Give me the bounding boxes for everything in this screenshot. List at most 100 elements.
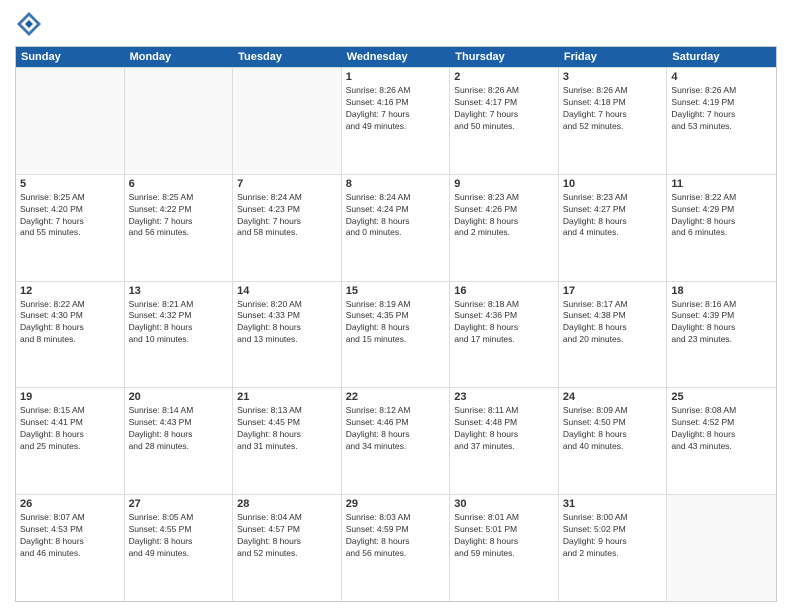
day-info: Sunrise: 8:09 AM Sunset: 4:50 PM Dayligh… bbox=[563, 405, 663, 453]
calendar-cell: 25 Sunrise: 8:08 AM Sunset: 4:52 PM Dayli… bbox=[667, 388, 776, 494]
day-info: Sunrise: 8:18 AM Sunset: 4:36 PM Dayligh… bbox=[454, 299, 554, 347]
day-info: Sunrise: 8:08 AM Sunset: 4:52 PM Dayligh… bbox=[671, 405, 772, 453]
header bbox=[15, 10, 777, 38]
calendar-cell: 31 Sunrise: 8:00 AM Sunset: 5:02 PM Dayli… bbox=[559, 495, 668, 601]
calendar-cell: 15Sunrise: 8:19 AM Sunset: 4:35 PM Dayli… bbox=[342, 282, 451, 388]
day-number: 17 bbox=[563, 285, 663, 297]
day-number: 4 bbox=[671, 71, 772, 83]
day-number: 2 bbox=[454, 71, 554, 83]
day-info: Sunrise: 8:17 AM Sunset: 4:38 PM Dayligh… bbox=[563, 299, 663, 347]
day-info: Sunrise: 8:26 AM Sunset: 4:16 PM Dayligh… bbox=[346, 85, 446, 133]
calendar-cell: 1Sunrise: 8:26 AM Sunset: 4:16 PM Daylig… bbox=[342, 68, 451, 174]
day-number: 28 bbox=[237, 498, 337, 510]
day-number: 11 bbox=[671, 178, 772, 190]
calendar-cell: 23 Sunrise: 8:11 AM Sunset: 4:48 PM Dayli… bbox=[450, 388, 559, 494]
day-number: 14 bbox=[237, 285, 337, 297]
day-number: 10 bbox=[563, 178, 663, 190]
weekday-header-tuesday: Tuesday bbox=[233, 47, 342, 67]
calendar-cell: 9 Sunrise: 8:23 AM Sunset: 4:26 PM Daylig… bbox=[450, 175, 559, 281]
day-info: Sunrise: 8:22 AM Sunset: 4:29 PM Dayligh… bbox=[671, 192, 772, 240]
calendar-row-4: 19 Sunrise: 8:15 AM Sunset: 4:41 PM Dayli… bbox=[16, 387, 776, 494]
calendar-cell: 12Sunrise: 8:22 AM Sunset: 4:30 PM Dayli… bbox=[16, 282, 125, 388]
calendar-cell: 5 Sunrise: 8:25 AM Sunset: 4:20 PM Daylig… bbox=[16, 175, 125, 281]
day-info: Sunrise: 8:23 AM Sunset: 4:26 PM Dayligh… bbox=[454, 192, 554, 240]
day-number: 26 bbox=[20, 498, 120, 510]
weekday-header-monday: Monday bbox=[125, 47, 234, 67]
day-info: Sunrise: 8:20 AM Sunset: 4:33 PM Dayligh… bbox=[237, 299, 337, 347]
day-info: Sunrise: 8:25 AM Sunset: 4:20 PM Dayligh… bbox=[20, 192, 120, 240]
calendar-row-3: 12Sunrise: 8:22 AM Sunset: 4:30 PM Dayli… bbox=[16, 281, 776, 388]
calendar-cell: 27 Sunrise: 8:05 AM Sunset: 4:55 PM Dayli… bbox=[125, 495, 234, 601]
calendar-cell bbox=[125, 68, 234, 174]
day-info: Sunrise: 8:03 AM Sunset: 4:59 PM Dayligh… bbox=[346, 512, 446, 560]
day-number: 24 bbox=[563, 391, 663, 403]
calendar-cell: 26Sunrise: 8:07 AM Sunset: 4:53 PM Dayli… bbox=[16, 495, 125, 601]
day-info: Sunrise: 8:01 AM Sunset: 5:01 PM Dayligh… bbox=[454, 512, 554, 560]
day-number: 22 bbox=[346, 391, 446, 403]
calendar-cell: 2 Sunrise: 8:26 AM Sunset: 4:17 PM Daylig… bbox=[450, 68, 559, 174]
day-info: Sunrise: 8:25 AM Sunset: 4:22 PM Dayligh… bbox=[129, 192, 229, 240]
day-info: Sunrise: 8:14 AM Sunset: 4:43 PM Dayligh… bbox=[129, 405, 229, 453]
day-info: Sunrise: 8:26 AM Sunset: 4:18 PM Dayligh… bbox=[563, 85, 663, 133]
day-info: Sunrise: 8:11 AM Sunset: 4:48 PM Dayligh… bbox=[454, 405, 554, 453]
calendar-cell: 11 Sunrise: 8:22 AM Sunset: 4:29 PM Dayli… bbox=[667, 175, 776, 281]
day-number: 13 bbox=[129, 285, 229, 297]
calendar-cell: 13Sunrise: 8:21 AM Sunset: 4:32 PM Dayli… bbox=[125, 282, 234, 388]
calendar-cell: 21Sunrise: 8:13 AM Sunset: 4:45 PM Dayli… bbox=[233, 388, 342, 494]
day-number: 8 bbox=[346, 178, 446, 190]
day-number: 30 bbox=[454, 498, 554, 510]
day-info: Sunrise: 8:26 AM Sunset: 4:19 PM Dayligh… bbox=[671, 85, 772, 133]
calendar-row-5: 26Sunrise: 8:07 AM Sunset: 4:53 PM Dayli… bbox=[16, 494, 776, 601]
calendar-header: SundayMondayTuesdayWednesdayThursdayFrid… bbox=[16, 47, 776, 67]
day-info: Sunrise: 8:13 AM Sunset: 4:45 PM Dayligh… bbox=[237, 405, 337, 453]
calendar-cell bbox=[667, 495, 776, 601]
day-info: Sunrise: 8:05 AM Sunset: 4:55 PM Dayligh… bbox=[129, 512, 229, 560]
day-info: Sunrise: 8:24 AM Sunset: 4:23 PM Dayligh… bbox=[237, 192, 337, 240]
day-info: Sunrise: 8:15 AM Sunset: 4:41 PM Dayligh… bbox=[20, 405, 120, 453]
day-number: 5 bbox=[20, 178, 120, 190]
calendar-cell: 28 Sunrise: 8:04 AM Sunset: 4:57 PM Dayli… bbox=[233, 495, 342, 601]
calendar-cell bbox=[233, 68, 342, 174]
calendar-cell: 20 Sunrise: 8:14 AM Sunset: 4:43 PM Dayli… bbox=[125, 388, 234, 494]
calendar-cell: 30 Sunrise: 8:01 AM Sunset: 5:01 PM Dayli… bbox=[450, 495, 559, 601]
calendar-cell bbox=[16, 68, 125, 174]
day-number: 27 bbox=[129, 498, 229, 510]
day-number: 20 bbox=[129, 391, 229, 403]
calendar-cell: 16 Sunrise: 8:18 AM Sunset: 4:36 PM Dayli… bbox=[450, 282, 559, 388]
day-number: 31 bbox=[563, 498, 663, 510]
calendar-cell: 18 Sunrise: 8:16 AM Sunset: 4:39 PM Dayli… bbox=[667, 282, 776, 388]
day-number: 19 bbox=[20, 391, 120, 403]
day-number: 18 bbox=[671, 285, 772, 297]
day-info: Sunrise: 8:19 AM Sunset: 4:35 PM Dayligh… bbox=[346, 299, 446, 347]
weekday-header-thursday: Thursday bbox=[450, 47, 559, 67]
calendar-row-1: 1Sunrise: 8:26 AM Sunset: 4:16 PM Daylig… bbox=[16, 67, 776, 174]
calendar-cell: 10 Sunrise: 8:23 AM Sunset: 4:27 PM Dayli… bbox=[559, 175, 668, 281]
calendar: SundayMondayTuesdayWednesdayThursdayFrid… bbox=[15, 46, 777, 602]
calendar-cell: 29 Sunrise: 8:03 AM Sunset: 4:59 PM Dayli… bbox=[342, 495, 451, 601]
calendar-cell: 24 Sunrise: 8:09 AM Sunset: 4:50 PM Dayli… bbox=[559, 388, 668, 494]
day-info: Sunrise: 8:04 AM Sunset: 4:57 PM Dayligh… bbox=[237, 512, 337, 560]
calendar-cell: 14 Sunrise: 8:20 AM Sunset: 4:33 PM Dayli… bbox=[233, 282, 342, 388]
day-info: Sunrise: 8:00 AM Sunset: 5:02 PM Dayligh… bbox=[563, 512, 663, 560]
day-number: 9 bbox=[454, 178, 554, 190]
weekday-header-saturday: Saturday bbox=[667, 47, 776, 67]
calendar-cell: 19 Sunrise: 8:15 AM Sunset: 4:41 PM Dayli… bbox=[16, 388, 125, 494]
calendar-cell: 3 Sunrise: 8:26 AM Sunset: 4:18 PM Daylig… bbox=[559, 68, 668, 174]
weekday-header-friday: Friday bbox=[559, 47, 668, 67]
day-info: Sunrise: 8:23 AM Sunset: 4:27 PM Dayligh… bbox=[563, 192, 663, 240]
day-number: 12 bbox=[20, 285, 120, 297]
day-number: 29 bbox=[346, 498, 446, 510]
day-number: 16 bbox=[454, 285, 554, 297]
day-number: 25 bbox=[671, 391, 772, 403]
day-number: 23 bbox=[454, 391, 554, 403]
day-number: 6 bbox=[129, 178, 229, 190]
day-info: Sunrise: 8:16 AM Sunset: 4:39 PM Dayligh… bbox=[671, 299, 772, 347]
calendar-body: 1Sunrise: 8:26 AM Sunset: 4:16 PM Daylig… bbox=[16, 67, 776, 601]
day-number: 3 bbox=[563, 71, 663, 83]
calendar-cell: 6 Sunrise: 8:25 AM Sunset: 4:22 PM Daylig… bbox=[125, 175, 234, 281]
day-number: 7 bbox=[237, 178, 337, 190]
day-info: Sunrise: 8:24 AM Sunset: 4:24 PM Dayligh… bbox=[346, 192, 446, 240]
weekday-header-wednesday: Wednesday bbox=[342, 47, 451, 67]
calendar-cell: 22Sunrise: 8:12 AM Sunset: 4:46 PM Dayli… bbox=[342, 388, 451, 494]
day-info: Sunrise: 8:26 AM Sunset: 4:17 PM Dayligh… bbox=[454, 85, 554, 133]
